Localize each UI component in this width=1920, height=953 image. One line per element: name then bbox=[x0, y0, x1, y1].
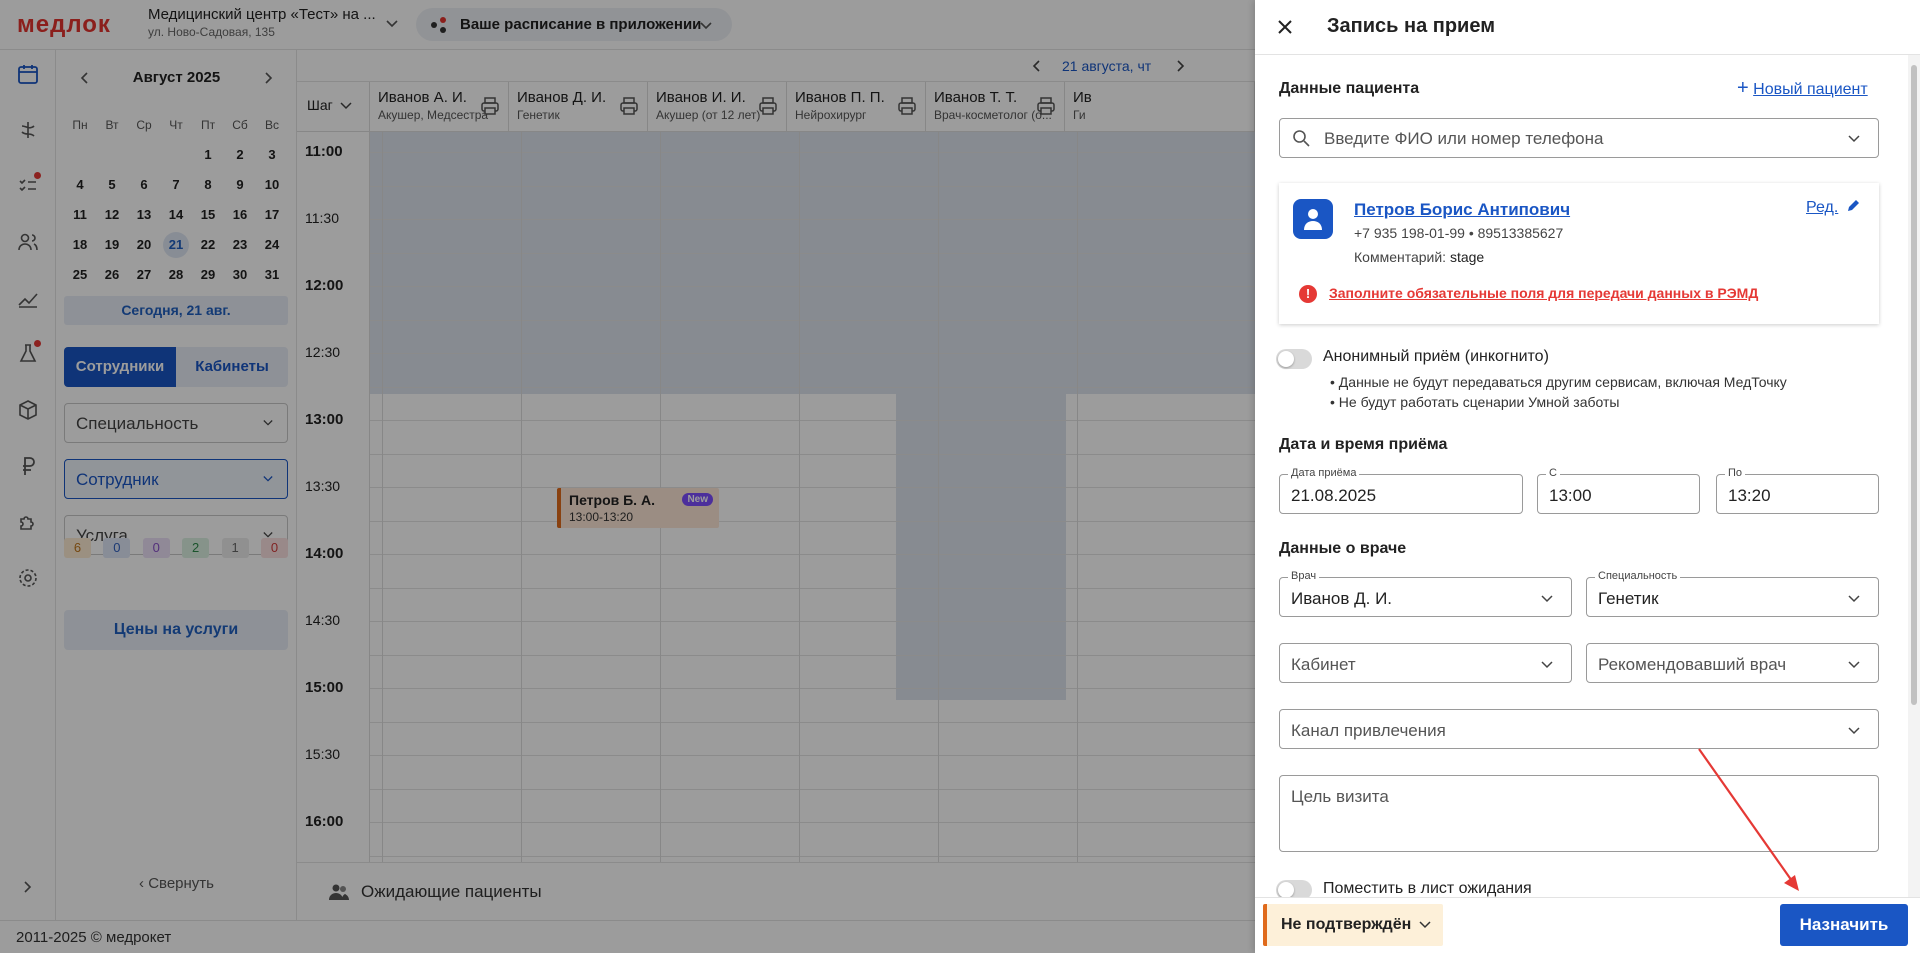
waitlist-label: Поместить в лист ожидания bbox=[1323, 880, 1532, 897]
chevron-down-icon bbox=[1541, 661, 1553, 669]
new-patient-label: Новый пациент bbox=[1753, 81, 1868, 98]
patient-card: Петров Борис Антипович +7 935 198-01-99 … bbox=[1279, 183, 1879, 324]
annotation-arrow bbox=[1698, 748, 1799, 891]
referrer-select[interactable]: Рекомендовавший врач bbox=[1586, 643, 1879, 683]
status-label: Не подтверждён bbox=[1281, 916, 1412, 933]
doctor-value: Иванов Д. И. bbox=[1291, 589, 1393, 608]
doctor-select[interactable]: Врач Иванов Д. И. bbox=[1279, 570, 1572, 617]
time-to-label: По bbox=[1725, 467, 1746, 479]
appointment-panel: Запись на прием Данные пациента + Новый … bbox=[1255, 0, 1920, 953]
time-from-field[interactable]: С 13:00 bbox=[1537, 467, 1700, 514]
datetime-section-title: Дата и время приёма bbox=[1279, 436, 1448, 453]
close-icon[interactable] bbox=[1276, 18, 1294, 36]
scrollbar-thumb[interactable] bbox=[1911, 65, 1917, 705]
user-icon bbox=[1304, 209, 1322, 230]
modal-overlay[interactable] bbox=[0, 0, 1255, 953]
date-field-value: 21.08.2025 bbox=[1291, 486, 1377, 505]
status-select[interactable]: Не подтверждён bbox=[1263, 904, 1443, 946]
visit-goal-placeholder: Цель визита bbox=[1291, 787, 1389, 806]
chevron-down-icon bbox=[1541, 595, 1553, 603]
edit-patient-link[interactable]: Ред. bbox=[1806, 199, 1860, 217]
patient-comment: Комментарий: stage bbox=[1354, 249, 1484, 265]
comment-label: Комментарий: bbox=[1354, 249, 1447, 265]
anonymous-note: • Не будут работать сценарии Умной забот… bbox=[1330, 394, 1620, 410]
remd-warning-link[interactable]: Заполните обязательные поля для передачи… bbox=[1329, 285, 1758, 301]
doctor-section-title: Данные о враче bbox=[1279, 540, 1407, 557]
chevron-down-icon bbox=[1848, 661, 1860, 669]
anonymous-label: Анонимный приём (инкогнито) bbox=[1323, 348, 1549, 365]
assign-button[interactable]: Назначить bbox=[1780, 904, 1908, 946]
specialty-value: Генетик bbox=[1598, 589, 1659, 608]
search-icon bbox=[1293, 130, 1310, 147]
time-from-label: С bbox=[1546, 467, 1560, 479]
anonymous-toggle[interactable] bbox=[1276, 349, 1312, 369]
anonymous-note: • Данные не будут передаваться другим се… bbox=[1330, 374, 1787, 390]
chevron-down-icon bbox=[1848, 595, 1860, 603]
time-to-value: 13:20 bbox=[1728, 486, 1771, 505]
date-field-label: Дата приёма bbox=[1288, 467, 1360, 479]
doctor-label: Врач bbox=[1288, 570, 1320, 582]
edit-label: Ред. bbox=[1806, 199, 1839, 216]
room-select[interactable]: Кабинет bbox=[1279, 643, 1572, 683]
new-patient-link[interactable]: + Новый пациент bbox=[1737, 77, 1868, 99]
anonymous-notes: • Данные не будут передаваться другим се… bbox=[1330, 372, 1787, 412]
chevron-down-icon bbox=[1848, 727, 1860, 735]
specialty-select[interactable]: Специальность Генетик bbox=[1586, 570, 1879, 617]
patient-name-link[interactable]: Петров Борис Антипович bbox=[1354, 200, 1570, 220]
channel-select[interactable]: Канал привлечения bbox=[1279, 709, 1879, 749]
patient-section-title: Данные пациента bbox=[1279, 80, 1420, 97]
warning-icon: ! bbox=[1299, 285, 1317, 303]
patient-search-input[interactable]: Введите ФИО или номер телефона bbox=[1279, 118, 1879, 158]
chevron-down-icon bbox=[1848, 135, 1860, 143]
search-placeholder: Введите ФИО или номер телефона bbox=[1324, 129, 1604, 148]
panel-footer: Не подтверждён Назначить bbox=[1255, 897, 1920, 953]
comment-value: stage bbox=[1449, 249, 1485, 265]
channel-placeholder: Канал привлечения bbox=[1291, 721, 1446, 740]
time-from-value: 13:00 bbox=[1549, 486, 1592, 505]
panel-header: Запись на прием bbox=[1255, 0, 1920, 55]
avatar bbox=[1293, 199, 1333, 239]
panel-scrollbar[interactable] bbox=[1908, 55, 1920, 897]
chevron-down-icon bbox=[1419, 921, 1431, 929]
plus-icon: + bbox=[1737, 77, 1749, 99]
patient-phones: +7 935 198-01-99 • 89513385627 bbox=[1354, 225, 1564, 241]
time-to-field[interactable]: По 13:20 bbox=[1716, 467, 1879, 514]
panel-title: Запись на прием bbox=[1327, 15, 1496, 37]
date-field[interactable]: Дата приёма 21.08.2025 bbox=[1279, 467, 1523, 514]
specialty-label: Специальность bbox=[1595, 570, 1681, 582]
referrer-placeholder: Рекомендовавший врач bbox=[1598, 655, 1787, 674]
pencil-icon bbox=[1848, 200, 1860, 211]
room-placeholder: Кабинет bbox=[1291, 655, 1356, 674]
